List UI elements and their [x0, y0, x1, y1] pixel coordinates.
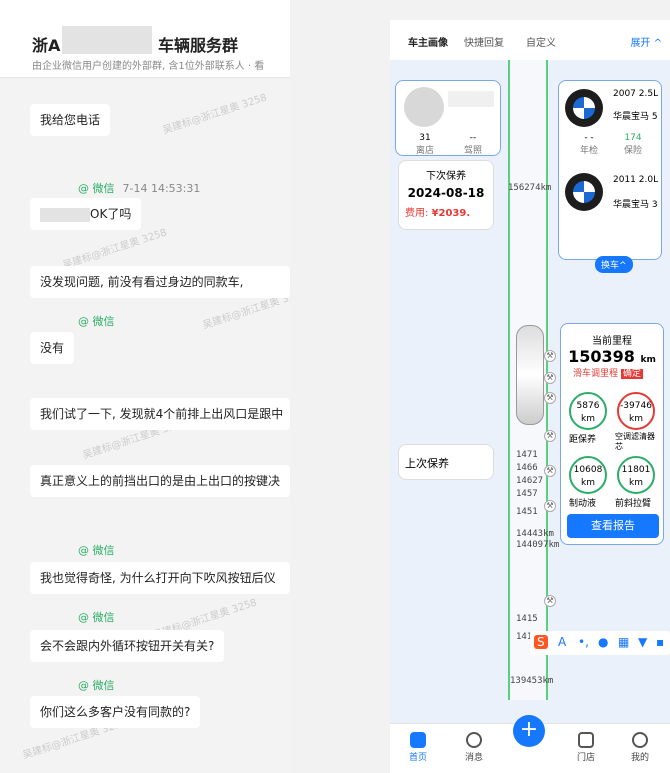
insurance-value: 174 — [624, 133, 642, 143]
avatar — [404, 87, 444, 127]
last-service-label: 上次保养 — [405, 457, 449, 470]
chat-title-suffix: 车辆服务群 — [158, 36, 239, 55]
km-marker: 1457 — [516, 489, 538, 499]
keyboard-icon[interactable]: ▦ — [618, 635, 629, 649]
car-name: 华晨宝马 3 — [613, 200, 658, 210]
message-bubble[interactable]: OK了吗 — [30, 198, 142, 230]
nav-home[interactable]: 首页 — [398, 732, 438, 763]
stat-label: 制动液 — [569, 499, 597, 509]
message-sender: @ 微信 — [78, 544, 115, 557]
car-list-card[interactable]: 2007 2.5L 华晨宝马 5 - - 年检 174 保险 2011 2.0L 华… — [558, 80, 662, 273]
watermark: 吴建标@浙江星奥 3258 — [61, 227, 169, 272]
wrench-icon[interactable]: ⚒ — [544, 595, 556, 607]
shirt-icon[interactable]: ▼ — [638, 635, 647, 649]
message-bubble[interactable]: 我给您电话 — [30, 104, 111, 136]
chat-header: 浙A 车辆服务群 由企业微信用户创建的外部群, 含1位外部联系人 · 看 — [0, 0, 290, 78]
switch-car-button[interactable]: 换车^ — [595, 256, 633, 273]
next-service-label: 下次保养 — [426, 171, 466, 182]
tab-owner-profile[interactable]: 车主画像 — [408, 34, 448, 49]
wrench-icon[interactable]: ⚒ — [544, 465, 556, 477]
next-service-card[interactable]: 下次保养 2024-08-18 费用: ¥2039. — [398, 160, 494, 230]
view-report-button[interactable]: 查看报告 — [567, 514, 659, 538]
nav-messages[interactable]: 消息 — [454, 732, 494, 763]
panel-tabs: 车主画像 快捷回复 自定义 展开 ^ — [390, 20, 670, 60]
stat-label: 前斜拉臂 — [615, 499, 652, 509]
bmw-logo-icon — [565, 89, 603, 127]
fee-value: ¥2039. — [431, 208, 471, 219]
ime-toolbar[interactable]: S A •, ● ▦ ▼ ▪ — [530, 631, 670, 655]
km-marker: 1466 — [516, 463, 538, 473]
sogou-icon[interactable]: S — [534, 635, 548, 649]
mileage-title: 当前里程 — [592, 336, 632, 347]
last-service-card[interactable]: 上次保养 — [398, 444, 494, 480]
message-sender: @ 微信 7-14 14:53:31 — [78, 182, 201, 195]
nav-mine[interactable]: 我的 — [620, 732, 660, 763]
wrench-icon[interactable]: ⚒ — [544, 430, 556, 442]
wrench-icon[interactable]: ⚒ — [544, 372, 556, 384]
car-year: 2007 2.5L — [613, 89, 659, 99]
km-marker: 156274km — [508, 183, 552, 193]
expand-button[interactable]: 展开 ^ — [630, 34, 662, 49]
add-button[interactable]: + — [513, 715, 545, 747]
annual-label: 年检 — [579, 146, 598, 156]
car-year: 2011 2.0L — [613, 175, 659, 185]
tab-quick-reply[interactable]: 快捷回复 — [464, 34, 504, 49]
message-bubble[interactable]: 会不会跟内外循环按钮开关有关? — [30, 630, 225, 662]
watermark: 吴建标@浙江星奥 3258 — [161, 92, 269, 137]
license-label: 驾照 — [463, 146, 482, 156]
message-icon — [466, 732, 482, 748]
car-name: 华晨宝马 5 — [613, 112, 658, 122]
nav-store[interactable]: 门店 — [566, 732, 606, 763]
chat-subtitle: 由企业微信用户创建的外部群, 含1位外部联系人 · 看 — [32, 61, 265, 72]
message-sender: @ 微信 — [78, 679, 115, 692]
message-bubble[interactable]: 没有 — [30, 332, 75, 364]
km-marker: 144097km — [516, 540, 560, 550]
store-icon — [578, 732, 594, 748]
wrench-icon[interactable]: ⚒ — [544, 392, 556, 404]
car-owner-panel: 车主画像 快捷回复 自定义 展开 ^ 31 离店 -- 驾照 下次保养 2024-0… — [390, 20, 670, 773]
message-bubble[interactable]: 真正意义上的前挡出口的是由上出口的按键决 — [30, 465, 290, 497]
mileage-value: 150398 km — [568, 347, 656, 366]
mileage-card: 当前里程 150398 km 滑车调里程 确定 5876 km 距保养 -3974… — [560, 323, 664, 545]
message-sender: @ 微信 — [78, 611, 115, 624]
message-bubble[interactable]: 你们这么多客户没有同款的? — [30, 696, 201, 728]
insurance-label: 保险 — [623, 146, 642, 156]
font-icon[interactable]: A — [558, 635, 566, 649]
km-marker: 14443km — [516, 529, 554, 539]
message-sender: @ 微信 — [78, 315, 115, 328]
km-marker: 14627 — [516, 476, 544, 486]
redacted-name — [448, 91, 494, 107]
visits-label: 离店 — [415, 146, 434, 156]
km-marker: 139453km — [510, 676, 554, 686]
message-bubble[interactable]: 没发现问题, 前没有看过身边的同款车, — [30, 266, 290, 298]
bmw-logo-icon — [565, 173, 603, 211]
next-service-date: 2024-08-18 — [407, 186, 485, 200]
km-marker: 1415 — [516, 614, 538, 624]
message-bubble[interactable]: 我也觉得奇怪, 为什么打开向下吹风按钮后仪 — [30, 562, 290, 594]
confirm-button[interactable]: 确定 — [620, 369, 643, 379]
license-value: -- — [469, 133, 477, 143]
car-icon — [516, 325, 544, 425]
chat-panel: 浙A 车辆服务群 由企业微信用户创建的外部群, 含1位外部联系人 · 看 吴建标… — [0, 0, 290, 773]
km-marker: 1471 — [516, 450, 538, 460]
mic-icon[interactable]: ● — [598, 635, 608, 649]
wrench-icon[interactable]: ⚒ — [544, 500, 556, 512]
grid-icon[interactable]: ▪ — [656, 635, 664, 649]
stat-label: 距保养 — [569, 435, 597, 445]
user-icon — [632, 732, 648, 748]
redacted-plate — [62, 26, 152, 54]
wrench-icon[interactable]: ⚒ — [544, 350, 556, 362]
tab-custom[interactable]: 自定义 — [526, 34, 556, 49]
punctuation-icon[interactable]: •, — [578, 635, 589, 649]
adjust-mileage-link[interactable]: 滑车调里程 — [573, 369, 618, 379]
chat-title-prefix: 浙A — [32, 36, 61, 55]
km-marker: 1451 — [516, 507, 538, 517]
stat-label: 空调滤清器芯 — [615, 432, 655, 451]
message-bubble[interactable]: 我们试了一下, 发现就4个前排上出风口是跟中 — [30, 398, 290, 430]
home-icon — [410, 732, 426, 748]
annual-value: - - — [584, 133, 594, 143]
owner-card[interactable]: 31 离店 -- 驾照 — [395, 80, 501, 156]
visits-value: 31 — [419, 133, 431, 143]
fee-label: 费用: — [405, 208, 429, 219]
